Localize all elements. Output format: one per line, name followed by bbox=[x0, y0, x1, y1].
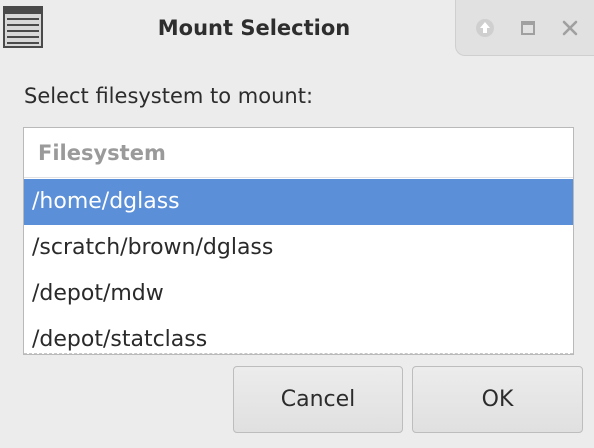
list-item[interactable]: /home/dglass bbox=[24, 179, 573, 225]
list-item-label: /depot/mdw bbox=[32, 281, 164, 306]
list-item-label: /scratch/brown/dglass bbox=[32, 235, 274, 260]
column-header-filesystem[interactable]: Filesystem bbox=[24, 128, 573, 178]
list-item-label: /home/dglass bbox=[32, 189, 180, 214]
list-bottom-border bbox=[24, 353, 573, 354]
mount-selection-dialog: Mount Selection Select filesystem to mou… bbox=[0, 0, 594, 448]
maximize-icon[interactable] bbox=[515, 15, 541, 41]
list-item[interactable]: /depot/statclass bbox=[24, 317, 573, 354]
list-item[interactable]: /scratch/brown/dglass bbox=[24, 225, 573, 271]
list-item[interactable]: /depot/mdw bbox=[24, 271, 573, 317]
close-icon[interactable] bbox=[557, 15, 583, 41]
window-controls bbox=[455, 0, 594, 56]
filesystem-list[interactable]: Filesystem /home/dglass /scratch/brown/d… bbox=[23, 127, 574, 355]
prompt-label: Select filesystem to mount: bbox=[24, 84, 314, 108]
cancel-button[interactable]: Cancel bbox=[233, 366, 403, 433]
window-title: Mount Selection bbox=[157, 16, 351, 40]
titlebar[interactable]: Mount Selection bbox=[0, 0, 594, 56]
list-item-label: /depot/statclass bbox=[32, 327, 208, 352]
ok-button[interactable]: OK bbox=[412, 366, 583, 433]
up-arrow-icon[interactable] bbox=[472, 15, 498, 41]
